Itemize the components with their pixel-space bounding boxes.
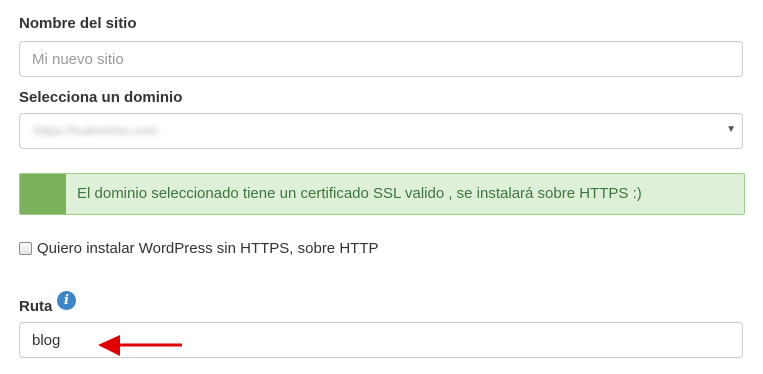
install-form: Nombre del sitio Selecciona un dominio h…: [0, 0, 763, 374]
domain-label: Selecciona un dominio: [19, 89, 183, 106]
chevron-down-icon: ▼: [726, 124, 736, 135]
ssl-alert-message: El dominio seleccionado tiene un certifi…: [77, 185, 642, 202]
info-icon[interactable]: i: [57, 291, 76, 310]
http-checkbox[interactable]: [19, 242, 32, 255]
ssl-alert: El dominio seleccionado tiene un certifi…: [19, 173, 745, 215]
alert-accent-bar: [20, 174, 66, 214]
http-checkbox-label: Quiero instalar WordPress sin HTTPS, sob…: [37, 240, 379, 257]
http-option[interactable]: Quiero instalar WordPress sin HTTPS, sob…: [19, 240, 378, 257]
path-label: Ruta: [19, 298, 53, 315]
site-name-label: Nombre del sitio: [19, 15, 137, 32]
domain-select[interactable]: https://tudominio.com ▼: [19, 113, 743, 149]
red-arrow-left-icon: [98, 335, 182, 356]
site-name-input[interactable]: [19, 41, 743, 77]
domain-select-value: https://tudominio.com: [34, 123, 158, 138]
